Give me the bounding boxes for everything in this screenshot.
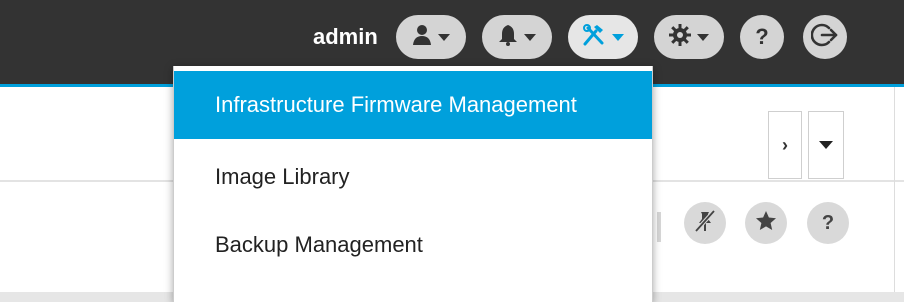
page-help-button[interactable]: ? [807, 202, 849, 244]
unpin-button[interactable] [684, 202, 726, 244]
next-button[interactable]: › [768, 111, 802, 179]
chevron-right-icon: › [782, 134, 788, 155]
separator [657, 212, 661, 242]
help-icon: ? [755, 24, 769, 49]
bell-icon [498, 24, 518, 51]
menu-item-label: Infrastructure Firmware Management [215, 92, 577, 117]
caret-down-icon [819, 141, 833, 149]
logout-icon [810, 21, 839, 54]
tools-menu-button[interactable] [568, 15, 638, 59]
user-menu-button[interactable] [396, 15, 466, 59]
chevron-down-icon [524, 33, 536, 41]
settings-menu-button[interactable] [654, 15, 724, 59]
menu-item-label: Backup Management [215, 232, 423, 257]
star-icon [755, 210, 777, 237]
notifications-button[interactable] [482, 15, 552, 59]
menu-item-infrastructure-firmware-management[interactable]: Infrastructure Firmware Management [174, 71, 652, 139]
menu-item-image-library[interactable]: Image Library [174, 143, 652, 211]
tools-dropdown-menu: Infrastructure Firmware Management Image… [173, 66, 653, 302]
unpin-icon [693, 209, 717, 238]
favorite-button[interactable] [745, 202, 787, 244]
username-label: admin [313, 24, 378, 49]
help-icon: ? [821, 211, 835, 234]
logout-button[interactable] [803, 15, 847, 59]
chevron-down-icon [612, 33, 624, 41]
menu-item-backup-management[interactable]: Backup Management [174, 211, 652, 279]
chevron-down-icon [438, 33, 450, 41]
divider [894, 87, 895, 292]
more-dropdown-button[interactable] [808, 111, 844, 179]
user-icon [412, 24, 432, 51]
menu-item-label: Image Library [215, 164, 350, 189]
gear-icon [669, 23, 691, 51]
help-button[interactable]: ? [740, 15, 784, 59]
chevron-down-icon [697, 33, 709, 41]
tools-icon [582, 23, 606, 51]
